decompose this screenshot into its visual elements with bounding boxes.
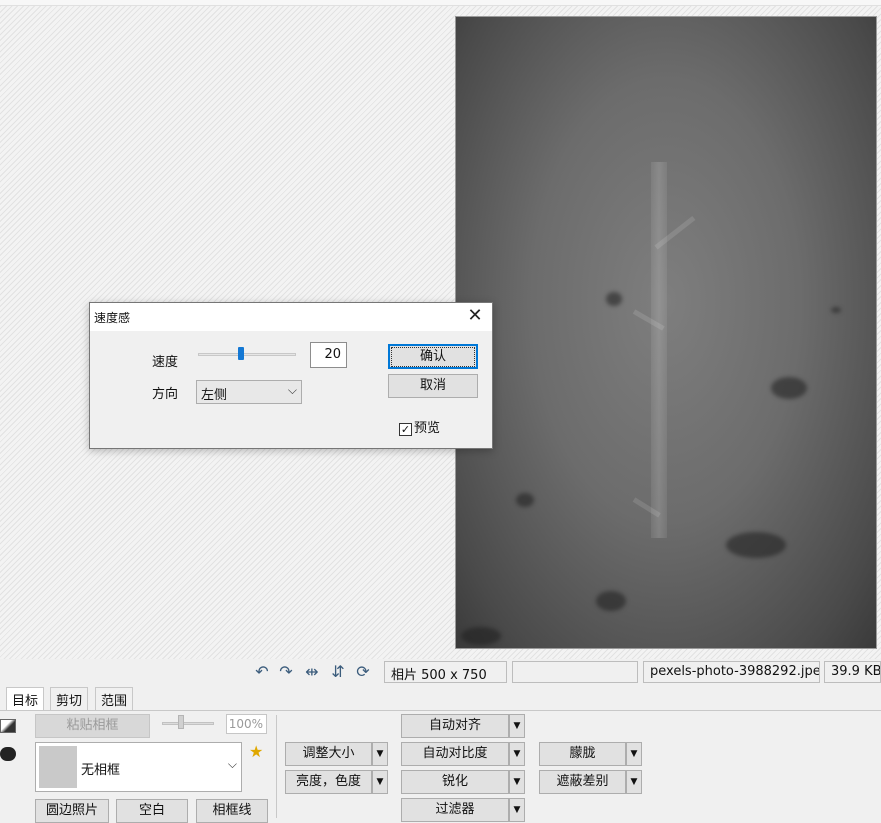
- speed-value-input[interactable]: 20: [310, 342, 347, 368]
- mask-diff-button[interactable]: 遮蔽差别: [539, 770, 626, 794]
- direction-select[interactable]: 左侧 ⌵: [196, 380, 302, 404]
- photo-preview: [455, 16, 877, 649]
- blur-button[interactable]: 朦胧: [539, 742, 626, 766]
- photo-speck: [831, 307, 841, 313]
- rotate-left-icon[interactable]: ↶: [253, 663, 271, 681]
- brightness-button[interactable]: 亮度，色度: [285, 770, 372, 794]
- photo-speck: [461, 627, 501, 645]
- flip-horizontal-icon[interactable]: ⇹: [303, 663, 321, 681]
- preview-checkbox[interactable]: ✓ 预览: [399, 417, 440, 436]
- auto-contrast-dropdown-icon[interactable]: ▼: [509, 742, 525, 766]
- flip-vertical-icon[interactable]: ⇵: [329, 663, 347, 681]
- image-dimensions: 相片 500 x 750: [384, 661, 507, 683]
- auto-align-dropdown-icon[interactable]: ▼: [509, 714, 525, 738]
- panel-divider: [276, 715, 277, 818]
- frame-thumbnail: [39, 746, 77, 788]
- frame-selected-value: 无相框: [81, 763, 121, 778]
- speed-slider-thumb[interactable]: [238, 347, 245, 360]
- checkbox-check-icon: ✓: [399, 423, 412, 436]
- round-edge-photo-button[interactable]: 圆边照片: [35, 799, 109, 823]
- tool-panel: 粘贴相框 100% 无相框 ⌵ ★ 圆边照片 空白 相框线 调整大小 ▼ 亮度，…: [0, 710, 881, 823]
- photo-speck: [516, 493, 534, 507]
- dialog-titlebar[interactable]: 速度感 ✕: [90, 303, 492, 331]
- paste-frame-button[interactable]: 粘贴相框: [35, 714, 150, 738]
- tab-target[interactable]: 目标: [6, 687, 45, 710]
- file-size: 39.9 KB: [824, 661, 881, 683]
- speed-slider-track[interactable]: [198, 353, 296, 356]
- panel-tabs: 目标 剪切 范围: [0, 686, 881, 710]
- mask-brush-icon[interactable]: [0, 747, 16, 761]
- direction-label: 方向: [152, 387, 179, 402]
- chevron-down-icon: ⌵: [227, 757, 237, 771]
- status-blank-field: [512, 661, 638, 683]
- sharpen-button[interactable]: 锐化: [401, 770, 509, 794]
- resize-button[interactable]: 调整大小: [285, 742, 372, 766]
- opacity-slider-thumb[interactable]: [178, 715, 184, 729]
- frame-line-button[interactable]: 相框线: [196, 799, 268, 823]
- opacity-slider-track[interactable]: [162, 722, 214, 725]
- file-name: pexels-photo-3988292.jpeg: [643, 661, 820, 683]
- cancel-button[interactable]: 取消: [388, 374, 478, 398]
- filter-button[interactable]: 过滤器: [401, 798, 509, 822]
- chevron-down-icon: ⌵: [287, 383, 297, 397]
- photo-speck: [771, 377, 807, 399]
- direction-selected-value: 左侧: [201, 388, 228, 403]
- mask-diff-dropdown-icon[interactable]: ▼: [626, 770, 642, 794]
- photo-speck: [726, 532, 786, 558]
- motion-blur-dialog: 速度感 ✕ 速度 20 方向 左侧 ⌵ 确认 取消 ✓ 预览: [89, 302, 493, 449]
- ok-button-label: 确认: [391, 347, 475, 367]
- tab-range[interactable]: 范围: [95, 687, 134, 710]
- ok-button[interactable]: 确认: [388, 344, 478, 369]
- sharpen-dropdown-icon[interactable]: ▼: [509, 770, 525, 794]
- speed-label: 速度: [152, 355, 179, 370]
- auto-align-button[interactable]: 自动对齐: [401, 714, 509, 738]
- refresh-icon[interactable]: ⟳: [354, 663, 372, 681]
- auto-contrast-button[interactable]: 自动对比度: [401, 742, 509, 766]
- blank-button[interactable]: 空白: [116, 799, 188, 823]
- star-icon[interactable]: ★: [249, 742, 263, 761]
- frame-select[interactable]: 无相框 ⌵: [35, 742, 242, 792]
- gradient-swatch-icon[interactable]: [0, 719, 16, 733]
- rotate-right-icon[interactable]: ↷: [277, 663, 295, 681]
- resize-dropdown-icon[interactable]: ▼: [372, 742, 388, 766]
- filter-dropdown-icon[interactable]: ▼: [509, 798, 525, 822]
- preview-label: 预览: [414, 421, 441, 436]
- photo-speck: [606, 292, 622, 306]
- photo-speck: [596, 591, 626, 611]
- blur-dropdown-icon[interactable]: ▼: [626, 742, 642, 766]
- opacity-input[interactable]: 100%: [226, 714, 267, 734]
- dialog-title: 速度感: [94, 311, 131, 325]
- status-bar: ↶ ↷ ⇹ ⇵ ⟳ 相片 500 x 750 pexels-photo-3988…: [0, 659, 881, 686]
- tab-cut[interactable]: 剪切: [50, 687, 89, 710]
- brightness-dropdown-icon[interactable]: ▼: [372, 770, 388, 794]
- close-icon[interactable]: ✕: [466, 307, 484, 325]
- photo-pole: [651, 162, 667, 538]
